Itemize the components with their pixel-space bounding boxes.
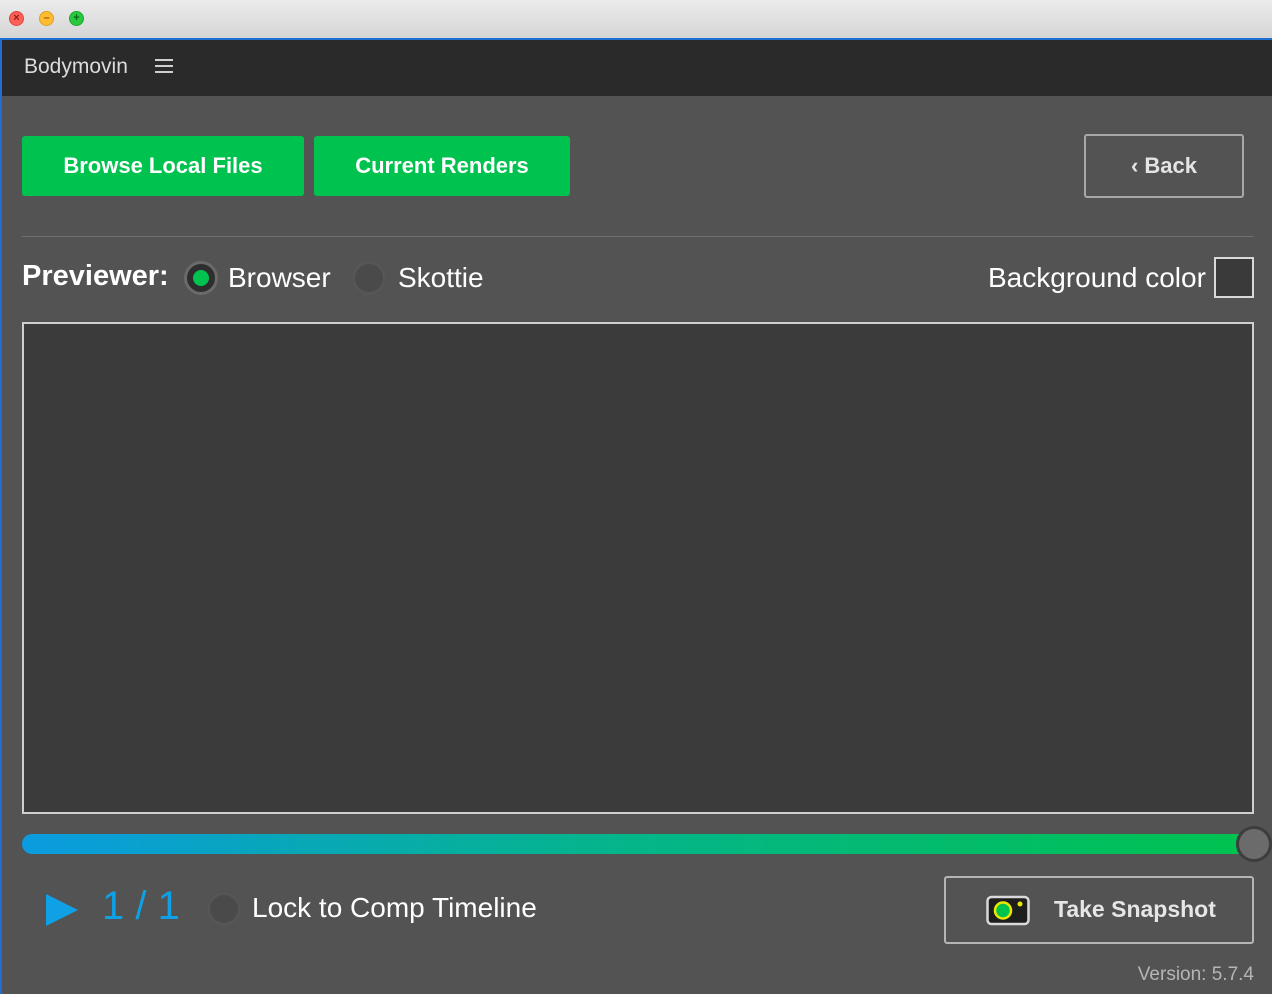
divider: [22, 236, 1254, 237]
window-minimize-button[interactable]: –: [39, 11, 54, 26]
hamburger-menu-icon[interactable]: [155, 59, 173, 75]
frame-counter: 1 / 1: [102, 884, 180, 928]
background-color-swatch[interactable]: [1214, 257, 1254, 298]
lock-to-comp-label[interactable]: Lock to Comp Timeline: [252, 892, 537, 924]
timeline-slider-thumb[interactable]: [1236, 826, 1272, 862]
background-color-label: Background color: [988, 262, 1206, 293]
radio-skottie-label[interactable]: Skottie: [398, 262, 484, 294]
radio-browser[interactable]: [184, 261, 218, 295]
take-snapshot-label: Take Snapshot: [1054, 896, 1216, 922]
previewer-label: Previewer:: [22, 260, 169, 292]
radio-browser-label[interactable]: Browser: [228, 262, 331, 294]
lock-to-comp-radio[interactable]: [207, 892, 241, 926]
animation-preview-area: [22, 322, 1254, 814]
window-titlebar: × – +: [0, 0, 1272, 40]
window-close-button[interactable]: ×: [9, 11, 24, 26]
take-snapshot-button[interactable]: Take Snapshot: [944, 876, 1254, 944]
back-button[interactable]: ‹ Back: [1084, 134, 1244, 198]
app-title: Bodymovin: [24, 55, 128, 78]
current-renders-button[interactable]: Current Renders: [314, 136, 570, 196]
play-icon[interactable]: [44, 892, 80, 928]
radio-skottie[interactable]: [352, 261, 386, 295]
version-label: Version: 5.7.4: [1137, 964, 1254, 985]
timeline-slider-track[interactable]: [22, 834, 1254, 854]
browse-local-files-button[interactable]: Browse Local Files: [22, 136, 304, 196]
app-header: Bodymovin: [2, 40, 1272, 96]
camera-icon: [986, 895, 1030, 926]
app-window: Bodymovin Browse Local Files Current Ren…: [0, 40, 1272, 994]
window-maximize-button[interactable]: +: [69, 11, 84, 26]
